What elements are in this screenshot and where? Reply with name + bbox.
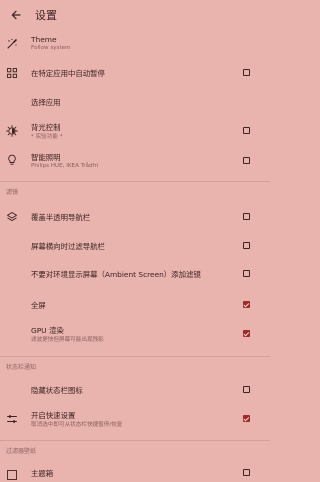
wallpaper-icon — [7, 470, 17, 480]
sliders-icon — [7, 415, 17, 423]
setting-choose-apps[interactable]: 选择应用 — [0, 93, 270, 111]
theme-box-checkbox[interactable] — [243, 469, 250, 476]
setting-landscape-nav[interactable]: 屏幕横向时过滤导航栏 — [0, 237, 270, 255]
layers-icon — [7, 212, 17, 222]
setting-subtitle: 滤波更快但屏幕可能出现残影 — [31, 337, 104, 343]
setting-label: 屏幕横向时过滤导航栏 — [31, 242, 105, 251]
back-button[interactable] — [6, 5, 26, 25]
landscape-nav-checkbox[interactable] — [243, 242, 250, 249]
auto-pause-checkbox[interactable] — [243, 69, 250, 76]
setting-backlight[interactable]: 背光控制 * 实验功能 * — [0, 119, 270, 141]
setting-label: 选择应用 — [31, 98, 61, 107]
setting-fullscreen[interactable]: 全屏 — [0, 296, 270, 314]
overlay-nav-checkbox[interactable] — [243, 213, 250, 220]
setting-label: 全屏 — [31, 301, 46, 310]
section-divider — [0, 356, 270, 357]
lightbulb-icon — [8, 154, 16, 165]
setting-label: 智能照明 — [31, 153, 61, 162]
section-divider — [0, 440, 270, 441]
backlight-checkbox[interactable] — [243, 127, 250, 134]
page-title: 设置 — [35, 9, 57, 22]
ambient-screen-checkbox[interactable] — [243, 270, 250, 277]
quick-settings-checkbox[interactable] — [243, 415, 250, 422]
setting-auto-pause[interactable]: 在特定应用中自动暂停 — [0, 64, 270, 82]
setting-overlay-nav[interactable]: 覆盖半透明导航栏 — [0, 208, 270, 226]
app-bar: 设置 — [0, 0, 270, 30]
setting-subtitle: Philips HUE, IKEA Trådfri — [31, 163, 99, 169]
setting-label: 不要对环境显示屏幕（Ambient Screen）添加滤镜 — [31, 270, 201, 279]
section-header-status-notify: 状态栏通知 — [6, 364, 37, 371]
apps-grid-icon — [7, 68, 17, 78]
gpu-render-checkbox[interactable] — [243, 330, 250, 337]
fullscreen-checkbox[interactable] — [243, 301, 250, 308]
setting-quick-settings[interactable]: 开启快速设置 取消选中即可从状态栏快捷暂停/恢复 — [0, 408, 270, 430]
setting-theme-box[interactable]: 主题箱 — [0, 464, 270, 482]
setting-label: 隐藏状态栏图标 — [31, 386, 83, 395]
theme-icon — [7, 38, 17, 49]
section-header-filter-wallpaper: 过滤器壁纸 — [6, 448, 37, 455]
setting-label: 主题箱 — [31, 469, 54, 478]
setting-label: 在特定应用中自动暂停 — [31, 69, 105, 78]
section-divider — [0, 181, 270, 182]
setting-label: 覆盖半透明导航栏 — [31, 213, 91, 222]
hide-status-icon-checkbox[interactable] — [243, 386, 250, 393]
section-header-filter: 滤镜 — [6, 189, 19, 196]
backlight-icon — [6, 125, 18, 137]
setting-theme[interactable]: Theme Follow system — [0, 34, 270, 54]
setting-label: Theme — [31, 35, 57, 44]
setting-subtitle: * 实验功能 * — [31, 134, 63, 140]
setting-ambient-screen[interactable]: 不要对环境显示屏幕（Ambient Screen）添加滤镜 — [0, 265, 270, 283]
setting-smart-lighting[interactable]: 智能照明 Philips HUE, IKEA Trådfri — [0, 149, 270, 171]
setting-gpu-render[interactable]: GPU 渲染 滤波更快但屏幕可能出现残影 — [0, 323, 270, 345]
smart-lighting-checkbox[interactable] — [243, 157, 250, 164]
back-arrow-icon — [11, 10, 21, 20]
setting-subtitle: Follow system — [31, 45, 71, 51]
setting-subtitle: 取消选中即可从状态栏快捷暂停/恢复 — [31, 422, 123, 428]
setting-hide-status-icon[interactable]: 隐藏状态栏图标 — [0, 381, 270, 399]
